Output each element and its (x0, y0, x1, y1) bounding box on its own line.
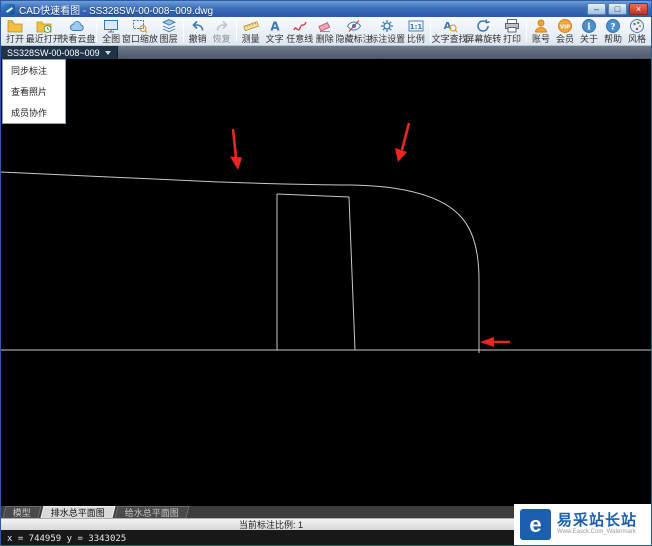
document-tab[interactable]: SS328SW-00-008~009 (1, 46, 118, 59)
user-icon (533, 18, 549, 34)
open-folder-icon (7, 18, 23, 34)
eraser-icon (317, 18, 333, 34)
sheet-tab-drainage-plan[interactable]: 排水总平面图 (40, 506, 116, 518)
tab-dropdown-menu: 同步标注 查看照片 成员协作 (2, 59, 66, 124)
toolbar-item-markup-settings[interactable]: 标注设置 (369, 18, 405, 44)
toolbar-separator (235, 20, 237, 42)
ruler-icon (242, 18, 259, 34)
annotation-arrow-down-2[interactable] (395, 122, 411, 162)
printer-icon (504, 18, 520, 34)
parcel-right-line (348, 196, 356, 351)
info-icon: i (581, 18, 597, 34)
toolbar-item-cloud[interactable]: 快看云盘 (59, 18, 95, 44)
annotation-arrow-left[interactable] (480, 337, 510, 347)
toolbar-item-scale[interactable]: 1:1 比例 (404, 18, 428, 44)
question-icon: ? (605, 18, 621, 34)
hide-eye-icon (346, 18, 362, 34)
document-tab-label: SS328SW-00-008~009 (7, 47, 100, 58)
menu-item-collaboration[interactable]: 成员协作 (3, 102, 65, 123)
watermark-subtitle: Www.Easck.Com_Watermark (557, 529, 636, 536)
full-view-icon (103, 18, 119, 34)
freeline-icon (292, 18, 308, 34)
toolbar-separator (526, 20, 527, 42)
rotate-icon (475, 18, 491, 34)
toolbar-separator (96, 20, 98, 42)
menu-item-view-photos[interactable]: 查看照片 (3, 81, 65, 102)
palette-icon (629, 18, 645, 34)
drawing-canvas[interactable]: 同步标注 查看照片 成员协作 (1, 59, 651, 506)
toolbar-item-delete[interactable]: 删除 (313, 18, 337, 44)
sheet-tab-model[interactable]: 模型 (2, 506, 42, 518)
cad-viewer-window: CAD快速看图 - SS328SW-00-008~009.dwg – □ × 打… (0, 0, 652, 546)
layers-icon (161, 18, 177, 34)
watermark: e 易采站长站 Www.Easck.Com_Watermark (514, 504, 651, 545)
svg-text:1:1: 1:1 (410, 23, 423, 31)
toolbar-item-find-text[interactable]: A 文字查找 (432, 18, 468, 44)
toolbar-item-undo[interactable]: 撤销 (186, 18, 210, 44)
toolbar-item-freeline[interactable]: 任意线 (286, 18, 313, 44)
title-bar: CAD快速看图 - SS328SW-00-008~009.dwg – □ × (1, 1, 651, 17)
toolbar-item-vip[interactable]: VIP 会员 (553, 18, 577, 44)
road-edge-curve (1, 171, 480, 353)
parcel-top-line (276, 193, 350, 198)
window-title: CAD快速看图 - SS328SW-00-008~009.dwg (19, 5, 214, 17)
annotation-arrow-down-1[interactable] (230, 128, 242, 170)
toolbar-item-window-zoom[interactable]: 窗口缩放 (122, 18, 158, 44)
toolbar-separator (182, 20, 184, 42)
toolbar-item-rotate-screen[interactable]: 屏幕旋转 (465, 18, 501, 44)
vip-icon: VIP (557, 18, 573, 34)
toolbar-item-redo: 恢复 (210, 18, 234, 44)
watermark-logo-icon: e (520, 509, 551, 540)
main-toolbar: 打开 最近打开 快看云盘 全图 窗口缩放 图层 撤销 恢复 测量 A 文字 任意… (1, 17, 651, 46)
cursor-coordinates: x = 744959 y = 3343025 (7, 533, 127, 544)
document-tab-strip: SS328SW-00-008~009 (1, 46, 651, 59)
toolbar-item-measure[interactable]: 测量 (239, 18, 263, 44)
watermark-title: 易采站长站 (557, 511, 638, 529)
toolbar-item-hide-markup[interactable]: 隐藏标注 (336, 18, 372, 44)
svg-text:VIP: VIP (560, 24, 570, 30)
app-logo-icon (4, 3, 15, 15)
toolbar-item-about[interactable]: i 关于 (577, 18, 601, 44)
find-text-icon: A (442, 18, 458, 34)
undo-icon (190, 18, 206, 34)
cad-drawing (1, 122, 651, 353)
toolbar-item-style[interactable]: 风格 (625, 18, 649, 44)
chevron-down-icon[interactable] (104, 50, 111, 55)
svg-text:i: i (587, 23, 591, 33)
scale-icon: 1:1 (408, 18, 424, 34)
markup-scale-text: 当前标注比例: 1 (239, 520, 304, 530)
toolbar-item-text[interactable]: A 文字 (263, 18, 287, 45)
recent-folder-icon (36, 18, 52, 34)
gear-icon (379, 18, 395, 34)
menu-item-sync-markup[interactable]: 同步标注 (3, 60, 65, 81)
redo-icon (214, 18, 230, 34)
svg-text:A: A (270, 20, 280, 34)
text-icon: A (267, 18, 283, 34)
close-button[interactable]: × (629, 3, 648, 15)
cloud-icon (69, 18, 85, 34)
toolbar-item-full-view[interactable]: 全图 (99, 18, 123, 44)
toolbar-item-print[interactable]: 打印 (500, 18, 524, 44)
toolbar-item-open[interactable]: 打开 (3, 18, 27, 44)
window-zoom-icon (132, 18, 148, 34)
sheet-tab-watersupply-plan[interactable]: 给水总平面图 (114, 506, 190, 518)
toolbar-item-recent[interactable]: 最近打开 (26, 18, 62, 44)
toolbar-item-help[interactable]: ? 帮助 (601, 18, 625, 44)
toolbar-item-account[interactable]: 账号 (529, 18, 553, 44)
svg-text:?: ? (610, 23, 615, 33)
maximize-button[interactable]: □ (608, 3, 627, 15)
minimize-button[interactable]: – (587, 3, 606, 15)
toolbar-item-layers[interactable]: 图层 (157, 18, 181, 44)
